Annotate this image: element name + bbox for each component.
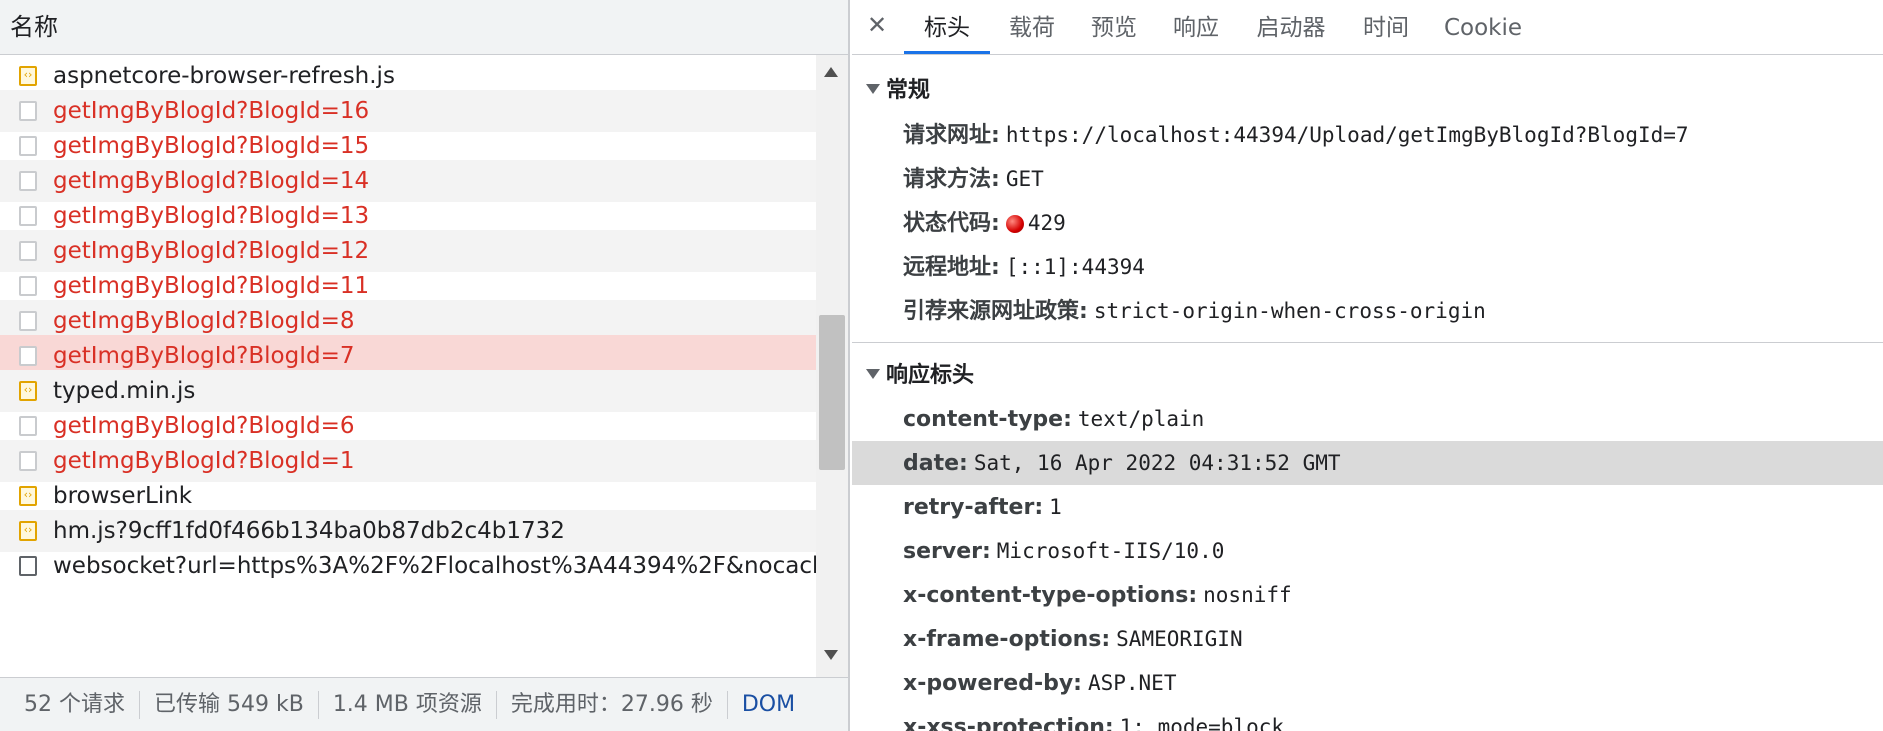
tab-timing[interactable]: 时间 (1346, 0, 1426, 54)
resource-size: 1.4 MB 项资源 (319, 691, 497, 719)
tab-preview[interactable]: 预览 (1074, 0, 1154, 54)
header-value: GET (1005, 167, 1044, 191)
response-header-row: server: Microsoft-IIS/10.0 (852, 529, 1883, 573)
header-value: Microsoft-IIS/10.0 (996, 539, 1225, 563)
scroll-up-arrow-icon[interactable] (824, 67, 838, 77)
header-key: 状态代码: (903, 211, 1000, 236)
document-icon (19, 136, 37, 156)
response-header-row: retry-after: 1 (852, 485, 1883, 529)
name-column-header[interactable]: 名称 (0, 0, 848, 55)
header-value: strict-origin-when-cross-origin (1093, 299, 1486, 323)
network-summary-bar: 52 个请求 已传输 549 kB 1.4 MB 项资源 完成用时：27.96 秒 DO… (0, 677, 848, 731)
tab-response[interactable]: 响应 (1156, 0, 1236, 54)
header-key: 请求网址: (903, 123, 1000, 148)
tab-payload[interactable]: 载荷 (992, 0, 1072, 54)
request-name: websocket?url=https%3A%2F%2Flocalhost%3A… (53, 553, 816, 579)
document-icon (19, 451, 37, 471)
js-file-icon (19, 56, 37, 94)
header-value: Sat, 16 Apr 2022 04:31:52 GMT (973, 451, 1341, 475)
header-key: 远程地址: (903, 255, 1000, 280)
section-divider (852, 342, 1883, 343)
response-headers-section-toggle[interactable]: 响应标头 (866, 357, 974, 389)
response-header-row: x-xss-protection: 1; mode=block (852, 705, 1883, 731)
header-value: 1; mode=block (1119, 715, 1285, 731)
response-header-row: x-content-type-options: nosniff (852, 573, 1883, 617)
header-key: content-type: (903, 407, 1072, 432)
document-icon (19, 346, 37, 366)
document-icon (19, 206, 37, 226)
scroll-down-arrow-icon[interactable] (824, 650, 838, 660)
header-key: x-frame-options: (903, 627, 1111, 652)
header-key: 引荐来源网址政策: (903, 299, 1088, 324)
header-value: https://localhost:44394/Upload/getImgByB… (1005, 123, 1689, 147)
response-header-row: x-powered-by: ASP.NET (852, 661, 1883, 705)
header-value: [::1]:44394 (1005, 255, 1145, 279)
tab-initiator[interactable]: 启动器 (1238, 0, 1344, 54)
scrollbar-thumb[interactable] (819, 315, 845, 470)
header-key: 请求方法: (903, 167, 1000, 192)
request-list: aspnetcore-browser-refresh.js getImgByBl… (0, 55, 816, 685)
document-icon (19, 171, 37, 191)
remote-address-row: 远程地址: [::1]:44394 (852, 245, 1883, 289)
header-key: x-xss-protection: (903, 715, 1114, 731)
document-icon (19, 101, 37, 121)
header-key: date: (903, 451, 968, 476)
js-file-icon (19, 511, 37, 549)
response-header-row-highlighted: date: Sat, 16 Apr 2022 04:31:52 GMT (852, 441, 1883, 485)
status-code-row: 状态代码: 429 (852, 201, 1883, 245)
collapse-triangle-icon (866, 84, 880, 94)
document-icon (19, 276, 37, 296)
document-icon (19, 311, 37, 331)
header-key: server: (903, 539, 991, 564)
referrer-policy-row: 引荐来源网址政策: strict-origin-when-cross-origin (852, 289, 1883, 333)
header-value: ASP.NET (1087, 671, 1177, 695)
js-file-icon (19, 371, 37, 409)
header-key: x-powered-by: (903, 671, 1082, 696)
response-header-row: x-frame-options: SAMEORIGIN (852, 617, 1883, 661)
request-row[interactable]: websocket?url=https%3A%2F%2Flocalhost%3A… (0, 545, 816, 587)
header-value: 429 (1027, 211, 1066, 235)
request-list-pane: 名称 aspnetcore-browser-refresh.js getImgB… (0, 0, 850, 731)
transferred-size: 已传输 549 kB (140, 691, 319, 719)
header-value: nosniff (1203, 583, 1292, 607)
response-headers-section-title: 响应标头 (886, 363, 975, 388)
collapse-triangle-icon (866, 369, 880, 379)
header-value: SAMEORIGIN (1116, 627, 1243, 651)
response-header-row: content-type: text/plain (852, 397, 1883, 441)
general-section-title: 常规 (886, 78, 931, 103)
tab-headers[interactable]: 标头 (904, 0, 990, 54)
header-key: retry-after: (903, 495, 1044, 520)
request-method-row: 请求方法: GET (852, 157, 1883, 201)
status-error-dot-icon (1005, 214, 1024, 233)
close-icon[interactable]: ✕ (862, 10, 892, 40)
document-icon (19, 241, 37, 261)
tab-cookies[interactable]: Cookie (1428, 0, 1538, 54)
general-section-toggle[interactable]: 常规 (866, 72, 930, 104)
js-file-icon (19, 476, 37, 514)
request-list-scrollbar[interactable] (816, 55, 848, 677)
header-value: 1 (1049, 495, 1062, 519)
request-url-row: 请求网址: https://localhost:44394/Upload/getI… (852, 113, 1883, 157)
devtools-network-panel: 名称 aspnetcore-browser-refresh.js getImgB… (0, 0, 1883, 731)
request-count: 52 个请求 (0, 691, 140, 719)
finish-time: 完成用时：27.96 秒 (497, 691, 728, 719)
header-value: text/plain (1077, 407, 1205, 431)
request-detail-pane: ✕ 标头 载荷 预览 响应 启动器 时间 Cookie 常规 请求网址: http… (852, 0, 1883, 731)
document-icon (19, 416, 37, 436)
header-key: x-content-type-options: (903, 583, 1198, 608)
detail-tabbar: ✕ 标头 载荷 预览 响应 启动器 时间 Cookie (852, 0, 1883, 55)
websocket-icon (19, 556, 37, 576)
dom-content-loaded: DOM (741, 692, 796, 717)
